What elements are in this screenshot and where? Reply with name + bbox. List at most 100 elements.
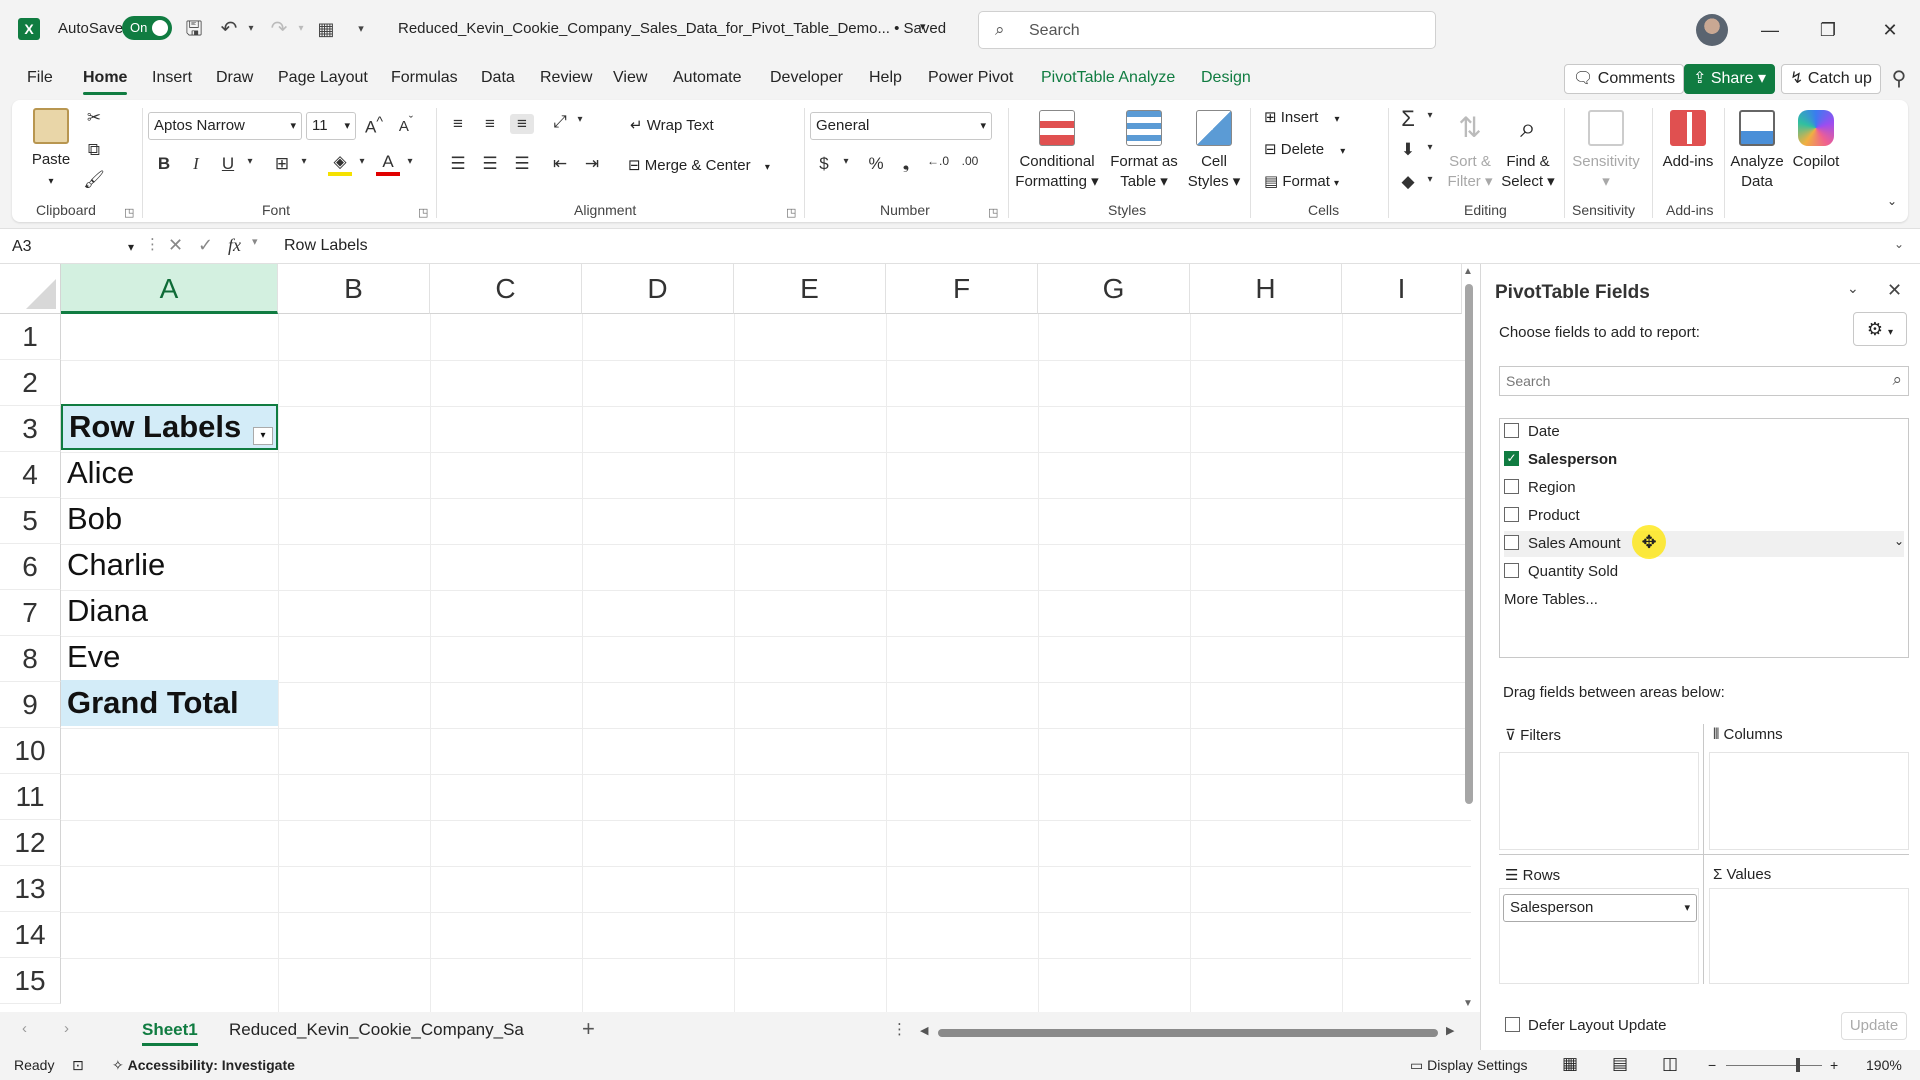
row-header-5[interactable]: 5	[0, 498, 61, 544]
checkbox-sales-amount[interactable]	[1504, 535, 1519, 550]
row-header-4[interactable]: 4	[0, 452, 61, 498]
undo-dropdown-icon[interactable]: ▾	[238, 16, 264, 42]
display-settings-button[interactable]: ▭ Display Settings	[1410, 1057, 1528, 1074]
prev-sheet-icon[interactable]: ‹	[22, 1020, 27, 1037]
clear-dropdown-icon[interactable]: ▾	[1418, 174, 1442, 185]
field-search-input[interactable]: Search ⌕	[1499, 366, 1909, 396]
tab-automate[interactable]: Automate	[673, 69, 741, 87]
scroll-right-icon[interactable]: ▶	[1446, 1024, 1454, 1037]
field-region[interactable]: Region	[1504, 475, 1904, 501]
row-header-13[interactable]: 13	[0, 866, 61, 912]
clear-icon[interactable]: ◆	[1396, 172, 1420, 192]
format-painter-icon[interactable]: 🖌	[82, 170, 106, 190]
row-header-7[interactable]: 7	[0, 590, 61, 636]
underline-dropdown-icon[interactable]: ▾	[238, 156, 262, 167]
scrollbar-thumb[interactable]	[938, 1029, 1438, 1037]
enter-icon[interactable]: ✓	[198, 235, 213, 256]
vertical-scrollbar[interactable]: ▲ ▼	[1461, 264, 1477, 1012]
accessibility-button[interactable]: ✧ Accessibility: Investigate	[112, 1057, 295, 1074]
column-header-d[interactable]: D	[582, 264, 734, 314]
fill-icon[interactable]: ⬇	[1396, 140, 1420, 160]
column-header-a[interactable]: A	[61, 264, 278, 314]
copilot-button[interactable]: Copilot	[1788, 110, 1844, 172]
delete-cells-button[interactable]: ⊟ Delete ▾	[1264, 140, 1345, 158]
increase-font-icon[interactable]: A^	[362, 114, 386, 138]
tab-formulas[interactable]: Formulas	[391, 69, 458, 87]
bold-button[interactable]: B	[152, 154, 176, 174]
checkbox-region[interactable]	[1504, 479, 1519, 494]
horizontal-scrollbar[interactable]: ◀ ▶	[920, 1025, 1460, 1037]
row-header-8[interactable]: 8	[0, 636, 61, 682]
checkbox-date[interactable]	[1504, 423, 1519, 438]
name-box[interactable]: A3 ▾	[12, 234, 136, 260]
insert-function-icon[interactable]: fx	[228, 235, 241, 256]
merge-center-button[interactable]: ⊟ Merge & Center ▾	[628, 156, 770, 174]
cancel-icon[interactable]: ✕	[168, 235, 183, 256]
customize-toolbar-icon[interactable]: ▾	[348, 16, 374, 42]
italic-button[interactable]: I	[184, 154, 208, 174]
add-ins-button[interactable]: Add-ins	[1658, 110, 1718, 172]
page-break-view-icon[interactable]: ◫	[1662, 1054, 1678, 1074]
field-sales-amount[interactable]: Sales Amount ✥ ⌄	[1504, 525, 1904, 559]
cut-icon[interactable]: ✂	[82, 108, 106, 128]
sensitivity-button[interactable]: Sensitivity ▾	[1568, 110, 1644, 192]
fill-dropdown-icon[interactable]: ▾	[350, 156, 374, 167]
comments-button[interactable]: 🗨 Comments	[1564, 64, 1685, 94]
tab-data[interactable]: Data	[481, 69, 515, 87]
add-sheet-icon[interactable]: +	[582, 1016, 595, 1042]
copy-icon[interactable]: ⧉	[82, 140, 106, 160]
insert-cells-button[interactable]: ⊞ Insert ▾	[1264, 108, 1339, 126]
align-center-icon[interactable]: ☰	[478, 154, 502, 174]
close-icon[interactable]: ✕	[1887, 280, 1902, 301]
row-header-3[interactable]: 3	[0, 406, 61, 452]
checkbox-quantity-sold[interactable]	[1504, 563, 1519, 578]
font-name-select[interactable]: Aptos Narrow ▾	[148, 112, 302, 140]
font-color-dropdown-icon[interactable]: ▾	[398, 156, 422, 167]
font-color-icon[interactable]: A	[376, 152, 400, 176]
tab-page-layout[interactable]: Page Layout	[278, 69, 368, 87]
tab-view[interactable]: View	[613, 69, 647, 87]
chevron-down-icon[interactable]: ▾	[920, 20, 926, 33]
tab-power-pivot[interactable]: Power Pivot	[928, 69, 1013, 87]
chevron-down-icon[interactable]: ▾	[1684, 895, 1690, 921]
sort-filter-button[interactable]: ⇅ Sort & Filter ▾	[1444, 110, 1496, 192]
formula-value[interactable]: Row Labels	[284, 237, 368, 255]
row-header-10[interactable]: 10	[0, 728, 61, 774]
sheet-tab-sheet1[interactable]: Sheet1	[142, 1020, 198, 1046]
document-title[interactable]: Reduced_Kevin_Cookie_Company_Sales_Data_…	[398, 20, 946, 37]
paste-button[interactable]: Paste ▾	[26, 108, 76, 192]
align-top-icon[interactable]: ≡	[446, 114, 470, 134]
font-size-select[interactable]: 11 ▾	[306, 112, 356, 140]
expand-formula-icon[interactable]: ⌄	[1894, 237, 1904, 251]
row-header-6[interactable]: 6	[0, 544, 61, 590]
currency-icon[interactable]: $	[812, 154, 836, 174]
field-product[interactable]: Product	[1504, 503, 1904, 529]
percent-icon[interactable]: %	[864, 154, 888, 174]
pane-options-icon[interactable]: ⌄	[1847, 280, 1859, 297]
underline-button[interactable]: U	[216, 154, 240, 174]
row-header-1[interactable]: 1	[0, 314, 61, 360]
search-bar[interactable]: ⌕ Search	[978, 11, 1436, 49]
gear-icon[interactable]: ⚙ ▾	[1853, 312, 1907, 346]
find-select-button[interactable]: ⌕ Find & Select ▾	[1500, 110, 1556, 192]
orientation-dropdown-icon[interactable]: ▾	[568, 114, 592, 125]
cell-a7[interactable]: Diana	[61, 588, 278, 634]
dialog-launcher-icon[interactable]: ◳	[418, 206, 428, 219]
tab-help[interactable]: Help	[869, 69, 902, 87]
autosum-icon[interactable]: Σ	[1396, 106, 1420, 132]
row-header-2[interactable]: 2	[0, 360, 61, 406]
tab-insert[interactable]: Insert	[152, 69, 192, 87]
cell-a3[interactable]: Row Labels ▾	[61, 404, 278, 450]
select-all-button[interactable]	[0, 264, 61, 314]
dialog-launcher-icon[interactable]: ◳	[124, 206, 134, 219]
function-dropdown-icon[interactable]: ▾	[252, 235, 258, 248]
tab-design[interactable]: Design	[1201, 69, 1251, 87]
column-header-h[interactable]: H	[1190, 264, 1342, 314]
number-format-select[interactable]: General ▾	[810, 112, 992, 140]
field-quantity-sold[interactable]: Quantity Sold	[1504, 559, 1904, 585]
tab-home[interactable]: Home	[83, 69, 128, 95]
form-icon[interactable]: ▦	[313, 16, 339, 42]
defer-layout-update[interactable]: Defer Layout Update	[1505, 1017, 1666, 1034]
autosum-dropdown-icon[interactable]: ▾	[1418, 110, 1442, 121]
checkbox-product[interactable]	[1504, 507, 1519, 522]
